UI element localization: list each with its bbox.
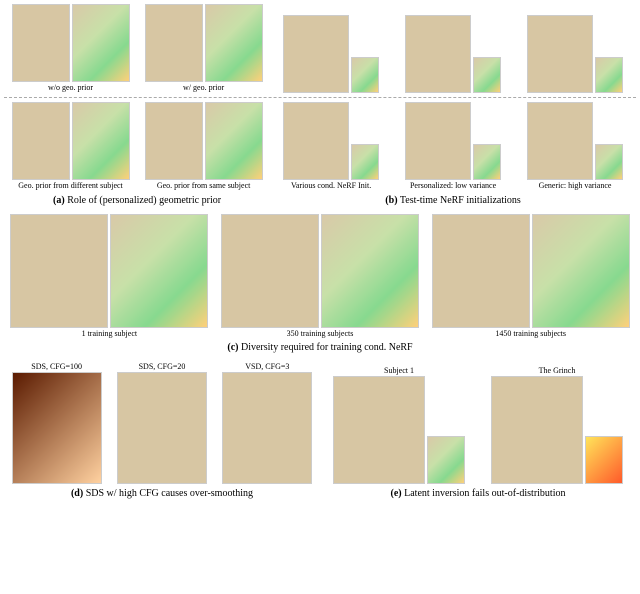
a-top-group-1: w/ geo. prior bbox=[137, 4, 270, 93]
d-item-0: SDS, CFG=100 bbox=[4, 361, 109, 484]
face-render bbox=[333, 376, 425, 484]
b-bot-0: Various cond. NeRF Init. bbox=[270, 102, 392, 191]
panel-b-prefix: (b) bbox=[385, 195, 397, 206]
panel-a-text: Role of (personalized) geometric prior bbox=[67, 195, 221, 206]
panel-b-text: Test-time NeRF initializations bbox=[400, 195, 521, 206]
panel-d-caption: (d) SDS w/ high CFG causes over-smoothin… bbox=[4, 488, 320, 499]
face-render bbox=[12, 102, 70, 180]
row-2: Geo. prior from different subject Geo. p… bbox=[4, 102, 636, 206]
b-label-1: Personalized: low variance bbox=[392, 182, 514, 191]
b-bot-1: Personalized: low variance bbox=[392, 102, 514, 191]
normal-map bbox=[205, 102, 263, 180]
a-top-group-0: w/o geo. prior bbox=[4, 4, 137, 93]
normal-map bbox=[110, 214, 208, 328]
face-render bbox=[432, 214, 530, 328]
face-render bbox=[221, 214, 319, 328]
face-render bbox=[527, 102, 593, 180]
face-render bbox=[222, 372, 312, 484]
face-render bbox=[405, 102, 471, 180]
panel-d: SDS, CFG=100 SDS, CFG=20 VSD, CFG=3 (d) … bbox=[4, 361, 320, 499]
normal-map bbox=[473, 57, 501, 93]
normal-map bbox=[351, 57, 379, 93]
normal-map bbox=[473, 144, 501, 180]
face-render bbox=[283, 15, 349, 93]
face-render bbox=[527, 15, 593, 93]
d-item-2: VSD, CFG=3 bbox=[215, 361, 320, 484]
c-label-1: 350 training subjects bbox=[215, 330, 426, 339]
face-render bbox=[405, 15, 471, 93]
normal-map bbox=[72, 4, 130, 82]
d-label-0: SDS, CFG=100 bbox=[4, 363, 109, 372]
face-render bbox=[117, 372, 207, 484]
normal-map bbox=[321, 214, 419, 328]
a-bot-group-0: Geo. prior from different subject bbox=[4, 102, 137, 191]
panel-c-row: 1 training subject 350 training subjects… bbox=[4, 214, 636, 339]
e-label-1: The Grinch bbox=[478, 367, 636, 376]
panel-c-text: Diversity required for training cond. Ne… bbox=[241, 342, 413, 353]
panel-d-prefix: (d) bbox=[71, 488, 83, 499]
row-bottom: SDS, CFG=100 SDS, CFG=20 VSD, CFG=3 (d) … bbox=[4, 361, 636, 499]
e-item-0: Subject 1 bbox=[320, 365, 478, 484]
panel-e-prefix: (e) bbox=[391, 488, 402, 499]
a-bot-group-1: Geo. prior from same subject bbox=[137, 102, 270, 191]
e-label-0: Subject 1 bbox=[320, 367, 478, 376]
face-render bbox=[12, 372, 102, 484]
b-label-2: Generic: high variance bbox=[514, 182, 636, 191]
c-label-2: 1450 training subjects bbox=[425, 330, 636, 339]
panel-b-top bbox=[270, 15, 636, 93]
normal-map bbox=[595, 57, 623, 93]
a-top-label-1: w/ geo. prior bbox=[137, 84, 270, 93]
panel-c-prefix: (c) bbox=[227, 342, 238, 353]
panel-a-prefix: (a) bbox=[53, 195, 65, 206]
normal-map bbox=[595, 144, 623, 180]
normal-map bbox=[72, 102, 130, 180]
panel-b-caption: (b) Test-time NeRF initializations bbox=[270, 195, 636, 206]
row-top: w/o geo. prior w/ geo. prior bbox=[4, 4, 636, 93]
face-render bbox=[491, 376, 583, 484]
figure: w/o geo. prior w/ geo. prior bbox=[4, 4, 636, 499]
panel-d-text: SDS w/ high CFG causes over-smoothing bbox=[86, 488, 253, 499]
face-render bbox=[145, 4, 203, 82]
d-label-2: VSD, CFG=3 bbox=[215, 363, 320, 372]
normal-map bbox=[427, 436, 465, 484]
face-render bbox=[10, 214, 108, 328]
panel-e-text: Latent inversion fails out-of-distributi… bbox=[404, 488, 565, 499]
normal-map bbox=[205, 4, 263, 82]
c-group-0: 1 training subject bbox=[4, 214, 215, 339]
a-bot-label-0: Geo. prior from different subject bbox=[4, 182, 137, 191]
panel-a-caption: (a) Role of (personalized) geometric pri… bbox=[4, 195, 270, 206]
face-render bbox=[283, 102, 349, 180]
normal-map bbox=[585, 436, 623, 484]
panel-e-caption: (e) Latent inversion fails out-of-distri… bbox=[320, 488, 636, 499]
c-group-1: 350 training subjects bbox=[215, 214, 426, 339]
b-top-0 bbox=[270, 15, 392, 93]
c-label-0: 1 training subject bbox=[4, 330, 215, 339]
panel-b-bot: Various cond. NeRF Init. Personalized: l… bbox=[270, 102, 636, 206]
b-top-2 bbox=[514, 15, 636, 93]
normal-map bbox=[351, 144, 379, 180]
a-bot-label-1: Geo. prior from same subject bbox=[137, 182, 270, 191]
panel-e: Subject 1 The Grinch (e) Latent inver bbox=[320, 365, 636, 499]
b-label-0: Various cond. NeRF Init. bbox=[270, 182, 392, 191]
face-render bbox=[145, 102, 203, 180]
b-top-1 bbox=[392, 15, 514, 93]
a-top-label-0: w/o geo. prior bbox=[4, 84, 137, 93]
face-render bbox=[12, 4, 70, 82]
d-item-1: SDS, CFG=20 bbox=[109, 361, 214, 484]
c-group-2: 1450 training subjects bbox=[425, 214, 636, 339]
b-bot-2: Generic: high variance bbox=[514, 102, 636, 191]
divider bbox=[4, 97, 636, 98]
panel-a-top: w/o geo. prior w/ geo. prior bbox=[4, 4, 270, 93]
panel-c-caption: (c) Diversity required for training cond… bbox=[4, 342, 636, 353]
panel-a-bot: Geo. prior from different subject Geo. p… bbox=[4, 102, 270, 206]
d-label-1: SDS, CFG=20 bbox=[109, 363, 214, 372]
e-item-1: The Grinch bbox=[478, 365, 636, 484]
normal-map bbox=[532, 214, 630, 328]
